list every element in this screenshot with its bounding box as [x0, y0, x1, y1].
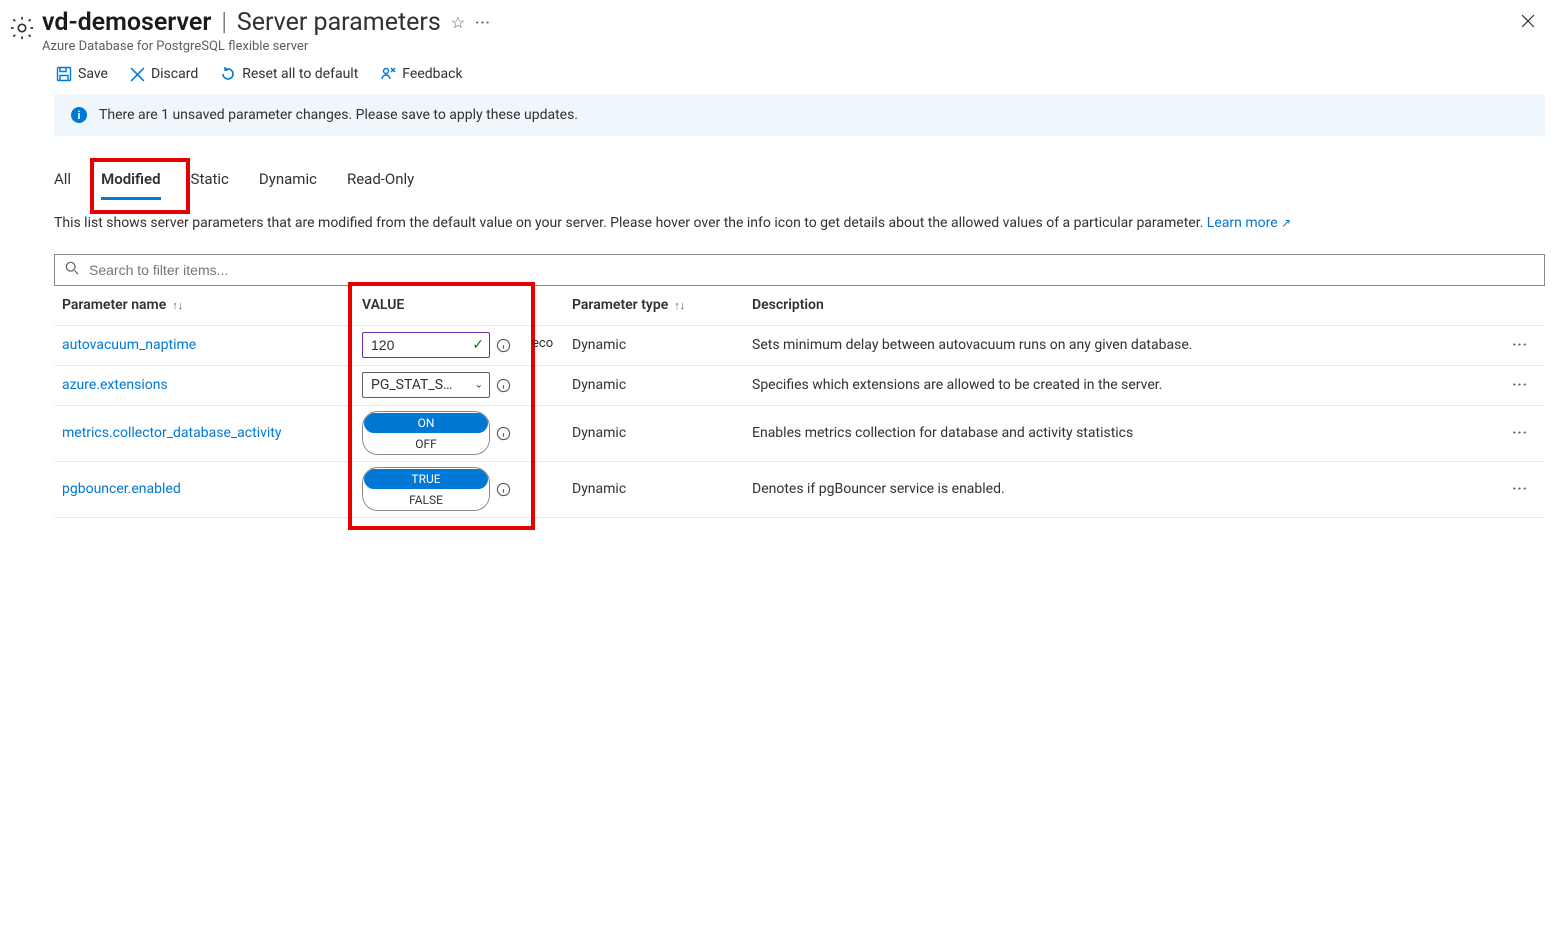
col-header-type[interactable]: Parameter type↑↓: [564, 293, 744, 317]
more-actions-icon[interactable]: ···: [475, 15, 491, 31]
tab-description: This list shows server parameters that a…: [54, 214, 1545, 234]
value-toggle[interactable]: TRUE FALSE: [362, 467, 490, 511]
server-name: vd-demoserver: [42, 8, 211, 37]
search-icon: [65, 261, 79, 279]
feedback-button[interactable]: Feedback: [380, 66, 462, 82]
toggle-option-off[interactable]: FALSE: [363, 490, 489, 510]
learn-more-link[interactable]: Learn more ↗: [1207, 215, 1291, 231]
favorite-star-icon[interactable]: ☆: [451, 13, 465, 32]
save-button[interactable]: Save: [56, 66, 108, 82]
parameter-link[interactable]: metrics.collector_database_activity: [62, 425, 282, 441]
value-dropdown[interactable]: PG_STAT_S… ⌄: [362, 372, 490, 398]
tab-static[interactable]: Static: [191, 166, 229, 192]
close-icon[interactable]: [1521, 13, 1535, 32]
col-header-value: VALUE: [354, 293, 564, 317]
value-text-input[interactable]: [362, 332, 490, 358]
row-more-icon[interactable]: ···: [1495, 333, 1545, 357]
sort-icon: ↑↓: [172, 299, 183, 312]
save-icon: [56, 66, 72, 82]
col-header-desc: Description: [744, 293, 1495, 317]
feedback-icon: [380, 66, 396, 82]
tab-all[interactable]: All: [54, 166, 71, 192]
search-box[interactable]: [54, 254, 1545, 286]
parameter-grid: Parameter name↑↓ VALUE Parameter type↑↓ …: [54, 286, 1545, 518]
toggle-option-on[interactable]: ON: [364, 413, 488, 433]
col-header-name[interactable]: Parameter name↑↓: [54, 293, 354, 317]
parameter-link[interactable]: pgbouncer.enabled: [62, 481, 181, 497]
parameter-type: Dynamic: [564, 421, 744, 445]
unsaved-changes-banner: i There are 1 unsaved parameter changes.…: [54, 94, 1545, 136]
value-toggle[interactable]: ON OFF: [362, 411, 490, 455]
row-more-icon[interactable]: ···: [1495, 373, 1545, 397]
title-separator: |: [221, 8, 227, 37]
info-icon[interactable]: [496, 378, 511, 393]
row-more-icon[interactable]: ···: [1495, 477, 1545, 501]
discard-icon: [130, 67, 145, 82]
parameter-link[interactable]: autovacuum_naptime: [62, 337, 196, 353]
page-title: Server parameters: [237, 8, 441, 37]
table-row: autovacuum_naptime ✓ eco Dynamic Sets mi…: [54, 326, 1545, 366]
banner-message: There are 1 unsaved parameter changes. P…: [99, 107, 578, 123]
parameter-desc: Sets minimum delay between autovacuum ru…: [744, 333, 1495, 357]
tab-dynamic[interactable]: Dynamic: [259, 166, 317, 192]
parameter-type: Dynamic: [564, 477, 744, 501]
table-row: pgbouncer.enabled TRUE FALSE Dynamic Den…: [54, 462, 1545, 518]
grid-header-row: Parameter name↑↓ VALUE Parameter type↑↓ …: [54, 286, 1545, 326]
info-icon[interactable]: [496, 338, 511, 353]
info-icon[interactable]: [496, 426, 511, 441]
command-bar: Save Discard Reset all to default Feedba…: [8, 54, 1555, 94]
parameter-desc: Specifies which extensions are allowed t…: [744, 373, 1495, 397]
discard-button[interactable]: Discard: [130, 66, 198, 82]
parameter-desc: Denotes if pgBouncer service is enabled.: [744, 477, 1495, 501]
parameter-type: Dynamic: [564, 333, 744, 357]
toggle-option-off[interactable]: OFF: [363, 434, 489, 454]
parameter-type: Dynamic: [564, 373, 744, 397]
reset-button[interactable]: Reset all to default: [220, 66, 358, 82]
page-header: vd-demoserver | Server parameters ☆ ··· …: [8, 0, 1555, 54]
search-input[interactable]: [87, 261, 1534, 279]
resource-subtitle: Azure Database for PostgreSQL flexible s…: [42, 39, 1535, 54]
chevron-down-icon: ⌄: [475, 380, 483, 391]
parameter-link[interactable]: azure.extensions: [62, 377, 168, 393]
tab-readonly[interactable]: Read-Only: [347, 166, 414, 192]
tab-modified[interactable]: Modified: [101, 166, 160, 192]
reset-icon: [220, 66, 236, 82]
table-row: metrics.collector_database_activity ON O…: [54, 406, 1545, 462]
filter-tabs: All Modified Static Dynamic Read-Only: [54, 166, 1545, 192]
info-icon: i: [71, 107, 87, 123]
external-link-icon: ↗: [1281, 216, 1291, 230]
table-row: azure.extensions PG_STAT_S… ⌄ Dynamic Sp…: [54, 366, 1545, 406]
toggle-option-on[interactable]: TRUE: [364, 469, 488, 489]
checkmark-icon: ✓: [472, 337, 484, 353]
gear-icon: [8, 14, 36, 46]
info-icon[interactable]: [496, 482, 511, 497]
sort-icon: ↑↓: [674, 299, 685, 312]
parameter-desc: Enables metrics collection for database …: [744, 421, 1495, 445]
row-more-icon[interactable]: ···: [1495, 421, 1545, 445]
